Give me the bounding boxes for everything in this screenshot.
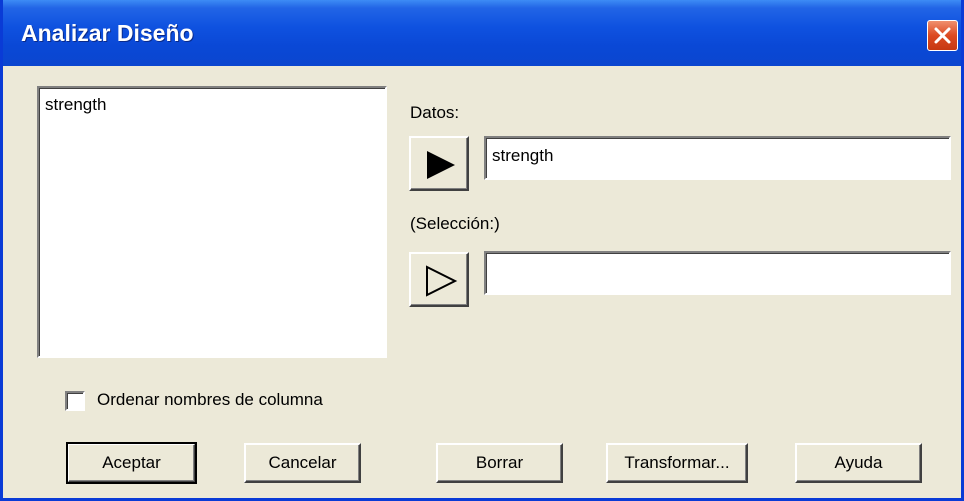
close-button[interactable] <box>927 20 958 51</box>
sort-columns-checkbox[interactable] <box>65 391 85 411</box>
title-bar[interactable]: Analizar Diseño <box>3 0 961 66</box>
analizar-diseno-dialog: Analizar Diseño strength Datos: strength… <box>0 0 964 501</box>
seleccion-field[interactable] <box>484 251 951 295</box>
datos-label: Datos: <box>410 103 460 122</box>
datos-arrow-button[interactable] <box>409 136 469 191</box>
help-button[interactable]: Ayuda <box>795 443 922 483</box>
seleccion-arrow-button[interactable] <box>409 252 469 307</box>
variables-listbox[interactable]: strength <box>37 86 387 358</box>
cancel-button[interactable]: Cancelar <box>244 443 361 483</box>
outline-right-arrow-icon <box>426 265 458 297</box>
filled-right-arrow-icon <box>427 151 455 179</box>
dialog-title: Analizar Diseño <box>21 20 194 46</box>
list-item[interactable]: strength <box>45 95 106 115</box>
seleccion-label: (Selección:) <box>410 214 500 233</box>
sort-columns-label: Ordenar nombres de columna <box>97 390 323 409</box>
datos-field[interactable]: strength <box>484 136 951 180</box>
transform-button[interactable]: Transformar... <box>606 443 748 483</box>
accept-button[interactable]: Aceptar <box>66 442 197 484</box>
close-icon <box>934 27 951 44</box>
clear-button[interactable]: Borrar <box>436 443 563 483</box>
